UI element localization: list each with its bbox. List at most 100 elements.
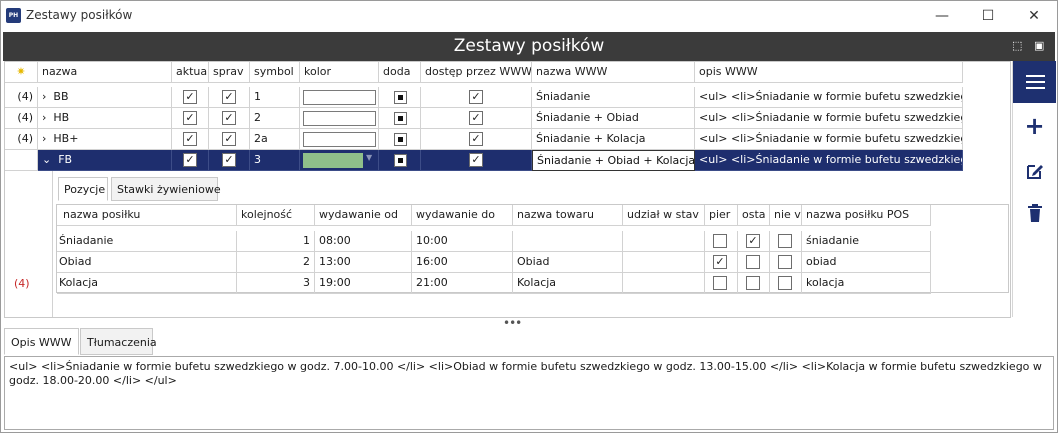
col-header-product[interactable]: nazwa towaru bbox=[513, 205, 623, 226]
col-header-first[interactable]: pier bbox=[705, 205, 738, 226]
menu-button[interactable] bbox=[1013, 61, 1056, 103]
added-radio[interactable] bbox=[394, 154, 407, 167]
meal-row[interactable]: Kolacja 3 19:00 21:00 Kolacja kolacja bbox=[57, 273, 931, 294]
spr-checkbox[interactable]: ✓ bbox=[222, 90, 236, 104]
maximize-button[interactable]: ☐ bbox=[965, 1, 1011, 31]
spr-checkbox[interactable]: ✓ bbox=[222, 132, 236, 146]
last-checkbox[interactable]: ✓ bbox=[746, 234, 760, 248]
www-desc-cell[interactable]: <ul> <li>Śniadanie w formie bufetu szwed… bbox=[695, 108, 963, 129]
col-header-share[interactable]: udział w stav bbox=[623, 205, 705, 226]
delete-button[interactable] bbox=[1013, 199, 1056, 229]
www-desc-cell[interactable]: <ul> <li>Śniadanie w formie bufetu szwed… bbox=[695, 87, 963, 108]
new-row-icon[interactable]: ✷ bbox=[5, 62, 38, 83]
expand-icon[interactable]: › bbox=[42, 132, 46, 145]
table-row[interactable]: (4) › HB ✓ ✓ 2 ✓ Śniadanie + Obiad <ul> … bbox=[5, 108, 963, 129]
name-cell[interactable]: ⌄ FB bbox=[38, 150, 172, 171]
www-checkbox[interactable]: ✓ bbox=[469, 90, 483, 104]
table-row[interactable]: (4) › BB ✓ ✓ 1 ✓ Śniadanie <ul> <li>Śnia… bbox=[5, 87, 963, 108]
symbol-cell[interactable]: 2a bbox=[250, 129, 300, 150]
meal-from[interactable]: 08:00 bbox=[315, 231, 412, 252]
name-cell[interactable]: › BB bbox=[38, 87, 172, 108]
not-checkbox[interactable] bbox=[778, 276, 792, 290]
table-row[interactable]: (4) › HB+ ✓ ✓ 2a ✓ Śniadanie + Kolacja <… bbox=[5, 129, 963, 150]
collapse-icon[interactable]: ⌄ bbox=[42, 153, 51, 166]
col-header-symbol[interactable]: symbol bbox=[250, 62, 300, 83]
col-header-order[interactable]: kolejność bbox=[237, 205, 315, 226]
col-header-www-access[interactable]: dostęp przez WWW bbox=[421, 62, 532, 83]
col-header-last[interactable]: osta bbox=[738, 205, 770, 226]
www-name-cell[interactable]: Śniadanie + Kolacja bbox=[532, 129, 695, 150]
active-checkbox[interactable]: ✓ bbox=[183, 132, 197, 146]
tab-positions[interactable]: Pozycje bbox=[58, 177, 108, 201]
tab-translations[interactable]: Tłumaczenia bbox=[80, 328, 157, 355]
meal-share[interactable] bbox=[623, 252, 705, 273]
meal-share[interactable] bbox=[623, 273, 705, 294]
first-checkbox[interactable]: ✓ bbox=[713, 255, 727, 269]
meal-to[interactable]: 21:00 bbox=[412, 273, 513, 294]
symbol-cell[interactable]: 3 bbox=[250, 150, 300, 171]
color-field[interactable] bbox=[303, 90, 376, 105]
added-radio[interactable] bbox=[394, 133, 407, 146]
spr-checkbox[interactable]: ✓ bbox=[222, 153, 236, 167]
www-desc-cell[interactable]: <ul> <li>Śniadanie w formie bufetu szwed… bbox=[695, 150, 963, 171]
meal-to[interactable]: 10:00 bbox=[412, 231, 513, 252]
meal-to[interactable]: 16:00 bbox=[412, 252, 513, 273]
last-checkbox[interactable] bbox=[746, 276, 760, 290]
col-header-color[interactable]: kolor bbox=[300, 62, 379, 83]
splitter-handle[interactable]: ••• bbox=[503, 316, 522, 330]
www-checkbox[interactable]: ✓ bbox=[469, 153, 483, 167]
active-checkbox[interactable]: ✓ bbox=[183, 111, 197, 125]
col-header-not[interactable]: nie v bbox=[770, 205, 802, 226]
table-row-selected[interactable]: ⌄ FB ✓ ✓ 3 ▼ ✓ Śniadanie + Obiad + Kolac… bbox=[5, 150, 963, 171]
col-header-active[interactable]: aktua bbox=[172, 62, 209, 83]
meal-pos[interactable]: obiad bbox=[802, 252, 931, 273]
not-checkbox[interactable] bbox=[778, 255, 792, 269]
www-description-memo[interactable]: <ul> <li>Śniadanie w formie bufetu szwed… bbox=[4, 356, 1054, 430]
col-header-www-name[interactable]: nazwa WWW bbox=[532, 62, 695, 83]
first-checkbox[interactable] bbox=[713, 276, 727, 290]
www-name-cell[interactable]: Śniadanie + Obiad bbox=[532, 108, 695, 129]
meal-row[interactable]: Śniadanie 1 08:00 10:00 ✓ śniadanie bbox=[57, 231, 931, 252]
meal-row[interactable]: Obiad 2 13:00 16:00 Obiad ✓ obiad bbox=[57, 252, 931, 273]
not-checkbox[interactable] bbox=[778, 234, 792, 248]
expand-icon[interactable]: › bbox=[42, 90, 46, 103]
meal-product[interactable]: Obiad bbox=[513, 252, 623, 273]
edit-button[interactable] bbox=[1013, 157, 1056, 187]
meal-name[interactable]: Śniadanie bbox=[57, 231, 237, 252]
www-name-cell[interactable]: Śniadanie bbox=[532, 87, 695, 108]
first-checkbox[interactable] bbox=[713, 234, 727, 248]
www-name-editor[interactable]: Śniadanie + Obiad + Kolacja bbox=[532, 150, 695, 171]
layout-icon[interactable]: ▣ bbox=[1034, 39, 1044, 52]
active-checkbox[interactable]: ✓ bbox=[183, 153, 197, 167]
tab-rates[interactable]: Stawki żywieniowe bbox=[111, 177, 221, 201]
expand-icon[interactable]: › bbox=[42, 111, 46, 124]
added-radio[interactable] bbox=[394, 112, 407, 125]
meal-pos[interactable]: śniadanie bbox=[802, 231, 931, 252]
www-desc-cell[interactable]: <ul> <li>Śniadanie w formie bufetu szwed… bbox=[695, 129, 963, 150]
add-button[interactable]: + bbox=[1013, 113, 1056, 143]
meal-pos[interactable]: kolacja bbox=[802, 273, 931, 294]
color-field[interactable] bbox=[303, 111, 376, 126]
meal-order[interactable]: 2 bbox=[237, 252, 315, 273]
symbol-cell[interactable]: 2 bbox=[250, 108, 300, 129]
added-radio[interactable] bbox=[394, 91, 407, 104]
col-header-to[interactable]: wydawanie do bbox=[412, 205, 513, 226]
www-checkbox[interactable]: ✓ bbox=[469, 111, 483, 125]
close-button[interactable]: ✕ bbox=[1011, 1, 1057, 31]
name-cell[interactable]: › HB bbox=[38, 108, 172, 129]
meal-product[interactable]: Kolacja bbox=[513, 273, 623, 294]
col-header-added[interactable]: doda bbox=[379, 62, 421, 83]
color-field[interactable] bbox=[303, 153, 363, 168]
meal-name[interactable]: Obiad bbox=[57, 252, 237, 273]
meal-share[interactable] bbox=[623, 231, 705, 252]
meal-product[interactable] bbox=[513, 231, 623, 252]
col-header-spr[interactable]: sprav bbox=[209, 62, 250, 83]
www-checkbox[interactable]: ✓ bbox=[469, 132, 483, 146]
select-area-icon[interactable]: ⬚ bbox=[1012, 39, 1022, 52]
col-header-meal[interactable]: nazwa posiłku bbox=[57, 205, 237, 226]
minimize-button[interactable]: — bbox=[919, 1, 965, 31]
color-field[interactable] bbox=[303, 132, 376, 147]
col-header-www-desc[interactable]: opis WWW bbox=[695, 62, 963, 83]
spr-checkbox[interactable]: ✓ bbox=[222, 111, 236, 125]
tab-www-description[interactable]: Opis WWW bbox=[4, 328, 79, 355]
